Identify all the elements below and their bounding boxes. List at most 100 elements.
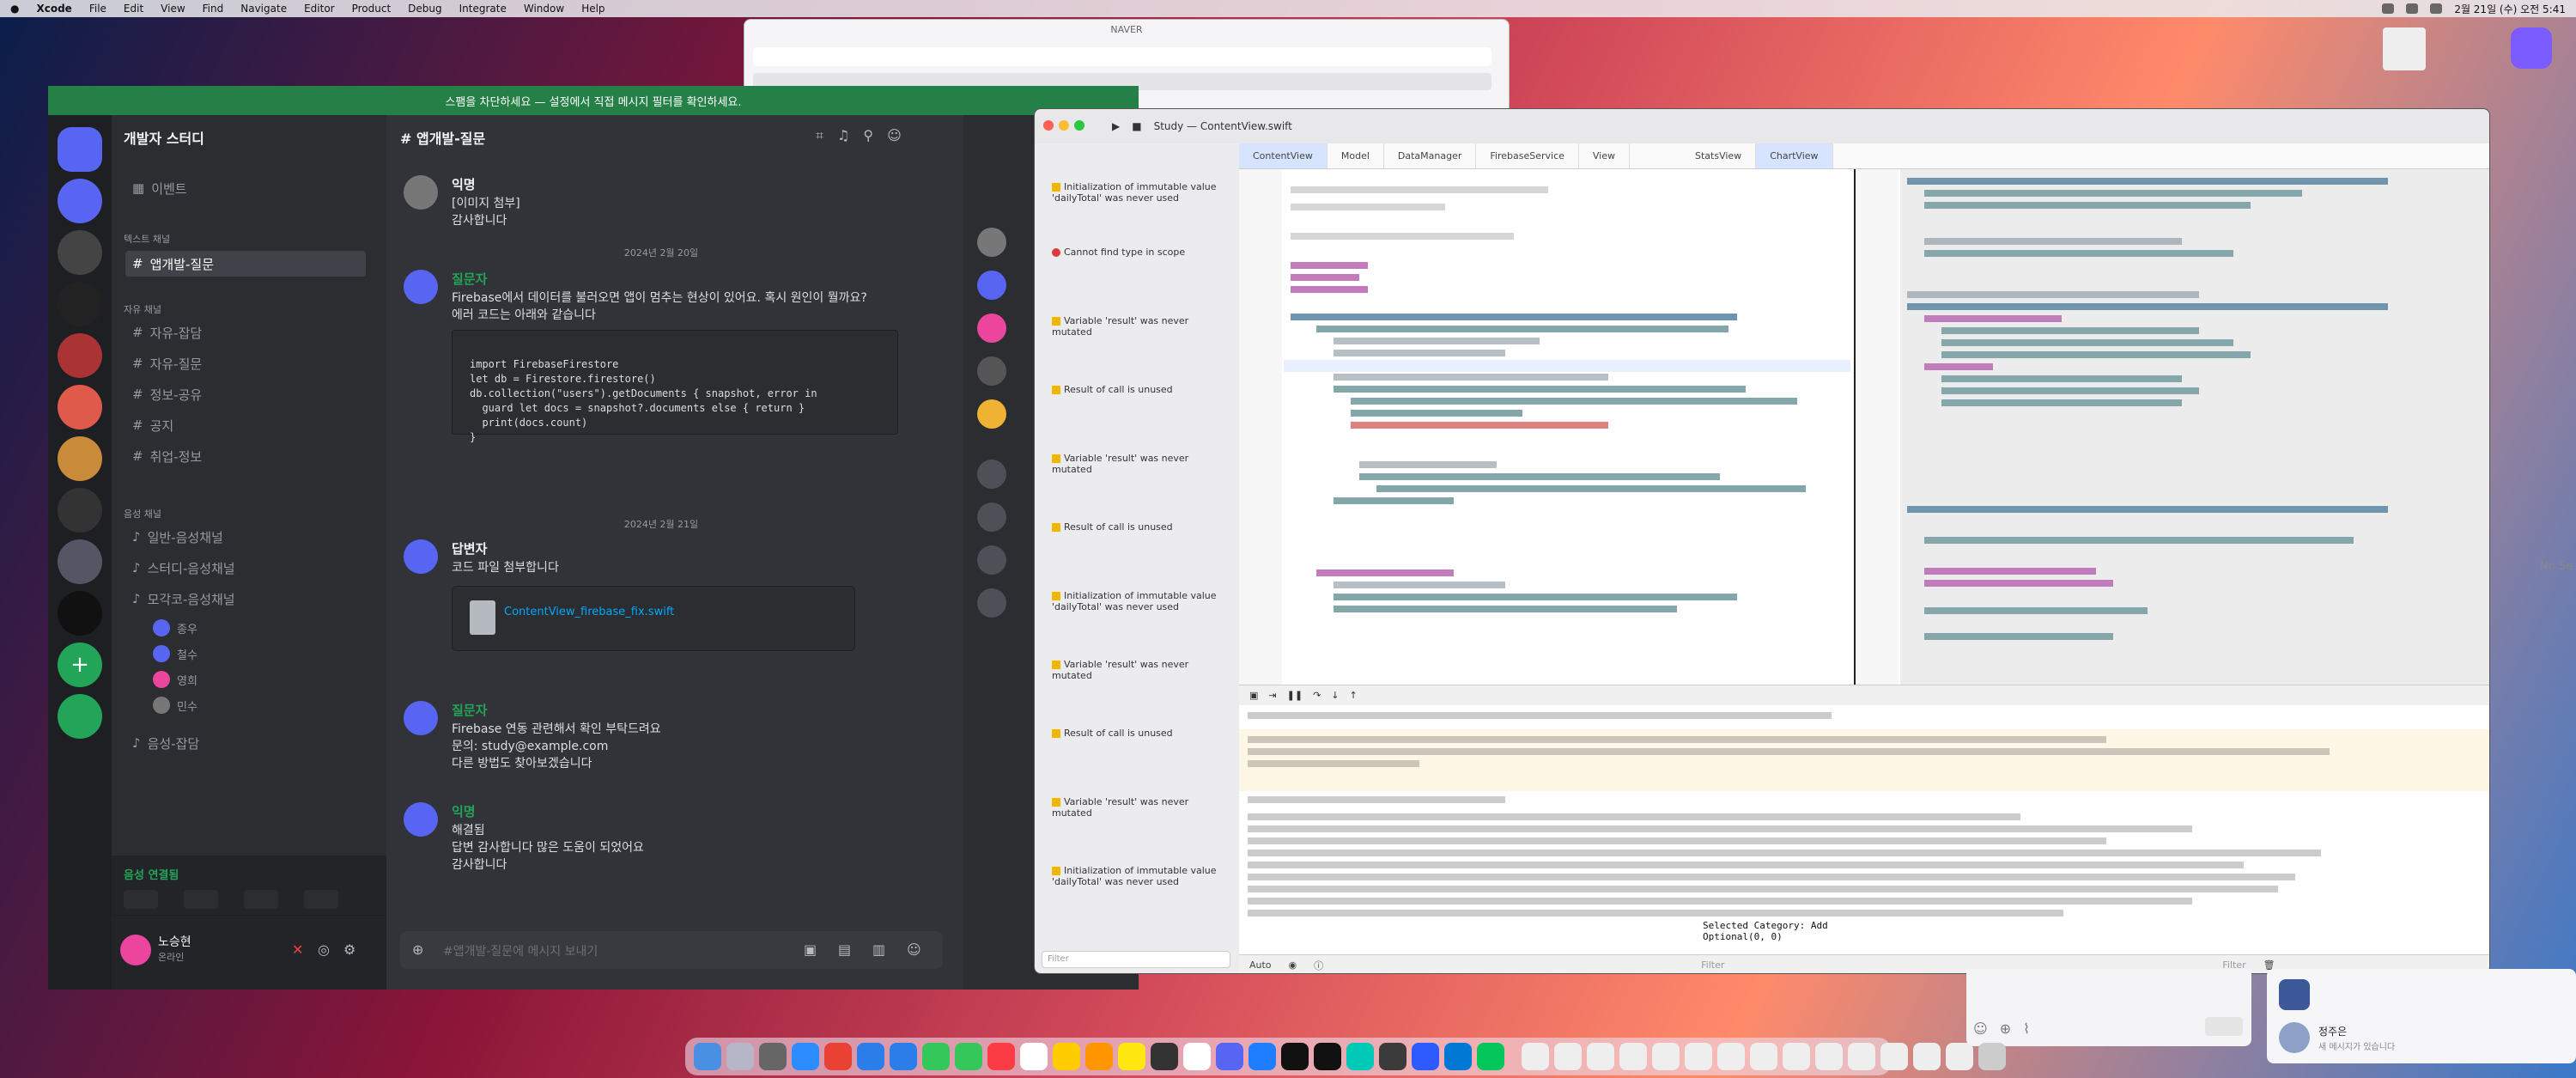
minimized-window-icon[interactable]: [1522, 1043, 1549, 1070]
output-mode[interactable]: Auto: [1249, 959, 1272, 971]
editor-tab[interactable]: StatsView: [1681, 143, 1757, 168]
server-icon[interactable]: [58, 385, 102, 429]
apple-icon[interactable]: ●: [10, 3, 19, 15]
minimized-window-icon[interactable]: [1880, 1043, 1908, 1070]
minimized-window-icon[interactable]: [1913, 1043, 1941, 1070]
issue-item[interactable]: Variable 'result' was never mutated: [1052, 659, 1228, 681]
launchpad-icon[interactable]: [726, 1043, 754, 1070]
menu-edit[interactable]: Edit: [124, 3, 143, 15]
server-icon[interactable]: [58, 179, 102, 223]
message[interactable]: 익명 해결됨 답변 감사합니다 많은 도움이 되었어요 감사합니다: [404, 802, 936, 897]
notes-icon[interactable]: [1053, 1043, 1080, 1070]
debug-console[interactable]: Selected Category: Add Optional(0, 0): [1239, 705, 2489, 954]
pause-icon[interactable]: ❚❚: [1287, 690, 1303, 701]
code-editor-secondary[interactable]: [1856, 169, 2489, 685]
settings-icon[interactable]: [759, 1043, 787, 1070]
channel-item[interactable]: # 취업-정보: [125, 443, 366, 469]
github-icon[interactable]: [1281, 1043, 1309, 1070]
server-name[interactable]: 개발자 스터디: [124, 127, 204, 148]
minimized-window-icon[interactable]: [1619, 1043, 1647, 1070]
emoji-icon[interactable]: ☺: [907, 941, 921, 958]
gift-icon[interactable]: ▣: [804, 941, 817, 958]
menu-find[interactable]: Find: [203, 3, 224, 15]
editor-tab[interactable]: ChartView: [1756, 143, 1833, 168]
channel-item[interactable]: # 정보-공유: [125, 381, 366, 407]
emoji-icon[interactable]: ☺: [1973, 1020, 1988, 1037]
channel-item[interactable]: # 자유-잡담: [125, 320, 366, 345]
chrome-icon[interactable]: [824, 1043, 852, 1070]
issue-item[interactable]: Result of call is unused: [1052, 728, 1228, 739]
safari-icon[interactable]: [857, 1043, 884, 1070]
message-author[interactable]: 답변자: [452, 539, 487, 557]
minimized-window-icon[interactable]: [1554, 1043, 1582, 1070]
attach-icon[interactable]: ⊕: [2000, 1020, 2011, 1037]
menu-app-name[interactable]: Xcode: [36, 3, 71, 15]
editor-tab[interactable]: Model: [1327, 143, 1384, 168]
avatar[interactable]: [404, 175, 438, 210]
screen-share-icon[interactable]: [184, 890, 218, 909]
minimized-window-icon[interactable]: [1750, 1043, 1777, 1070]
step-into-icon[interactable]: ↓: [1331, 690, 1339, 701]
gif-icon[interactable]: ▤: [838, 941, 851, 958]
message[interactable]: 답변자 코드 파일 첨부합니다 ContentView_firebase_fix…: [404, 539, 936, 660]
voice-member[interactable]: 영희: [146, 667, 318, 692]
minimize-icon[interactable]: [1059, 120, 1069, 131]
issue-item[interactable]: Initialization of immutable value 'daily…: [1052, 865, 1228, 887]
send-button[interactable]: [2205, 1017, 2243, 1036]
minimized-window-icon[interactable]: [1587, 1043, 1614, 1070]
xcode-icon[interactable]: [1249, 1043, 1276, 1070]
menu-navigate[interactable]: Navigate: [240, 3, 287, 15]
menu-file[interactable]: File: [89, 3, 106, 15]
avatar[interactable]: [120, 935, 151, 965]
add-attachment-icon[interactable]: ⊕: [412, 941, 423, 958]
zoom-icon[interactable]: [1074, 120, 1084, 131]
voice-channel[interactable]: ♪ 스터디-음성채널: [125, 555, 366, 581]
server-icon[interactable]: [58, 488, 102, 533]
minimized-window-icon[interactable]: [1946, 1043, 1973, 1070]
voice-member[interactable]: 철수: [146, 641, 318, 667]
menu-help[interactable]: Help: [581, 3, 605, 15]
channel-item[interactable]: # 자유-질문: [125, 350, 366, 376]
voice-member[interactable]: 민수: [146, 692, 318, 718]
attachment-name[interactable]: ContentView_firebase_fix.swift: [504, 606, 674, 618]
editor-tab[interactable]: DataManager: [1384, 143, 1477, 168]
desktop-file-icon[interactable]: [2370, 27, 2439, 70]
naver-icon[interactable]: [1477, 1043, 1504, 1070]
issue-item[interactable]: Variable 'result' was never mutated: [1052, 453, 1228, 475]
composer-placeholder[interactable]: #앱개발-질문에 메시지 보내기: [443, 942, 598, 959]
messages-icon[interactable]: [922, 1043, 950, 1070]
channel-item[interactable]: # 공지: [125, 412, 366, 438]
minimized-window-icon[interactable]: [1717, 1043, 1745, 1070]
message-author[interactable]: 질문자: [452, 270, 487, 288]
pin-icon[interactable]: ⚲: [863, 127, 873, 144]
info-icon[interactable]: ⓘ: [1314, 959, 1323, 972]
issue-item[interactable]: Initialization of immutable value 'daily…: [1052, 590, 1228, 612]
menu-view[interactable]: View: [161, 3, 185, 15]
message[interactable]: 질문자 Firebase 연동 관련해서 확인 부탁드려요 문의: study@…: [404, 701, 936, 787]
vscode-icon[interactable]: [1444, 1043, 1472, 1070]
code-editor-primary[interactable]: [1239, 169, 1854, 685]
add-server-icon[interactable]: +: [58, 643, 102, 687]
eye-icon[interactable]: ◉: [1289, 959, 1297, 971]
category-label[interactable]: 텍스트 채널: [124, 232, 170, 246]
issue-item[interactable]: Initialization of immutable value 'daily…: [1052, 181, 1228, 204]
minimized-window-icon[interactable]: [1783, 1043, 1810, 1070]
issue-item[interactable]: Cannot find type in scope: [1052, 247, 1228, 258]
photos-icon[interactable]: [1085, 1043, 1113, 1070]
avatar[interactable]: [404, 270, 438, 304]
menu-product[interactable]: Product: [352, 3, 392, 15]
server-icon[interactable]: [58, 591, 102, 636]
control-center-icon[interactable]: [2430, 3, 2443, 14]
menu-editor[interactable]: Editor: [304, 3, 335, 15]
voice-channel[interactable]: ♪ 모각코-음성채널: [125, 586, 366, 612]
run-icon[interactable]: ▶: [1112, 120, 1120, 132]
avatar[interactable]: [404, 802, 438, 837]
message[interactable]: 익명 [이미지 첨부] 감사합니다: [404, 175, 936, 228]
wifi-icon[interactable]: [2382, 3, 2395, 14]
minimized-window-icon[interactable]: [1848, 1043, 1875, 1070]
facetime-icon[interactable]: [955, 1043, 982, 1070]
avatar[interactable]: [404, 701, 438, 735]
soundboard-icon[interactable]: [304, 890, 338, 909]
menu-clock[interactable]: 2월 21일 (수) 오전 5:41: [2454, 2, 2566, 16]
safari-address-bar[interactable]: [753, 47, 1492, 66]
